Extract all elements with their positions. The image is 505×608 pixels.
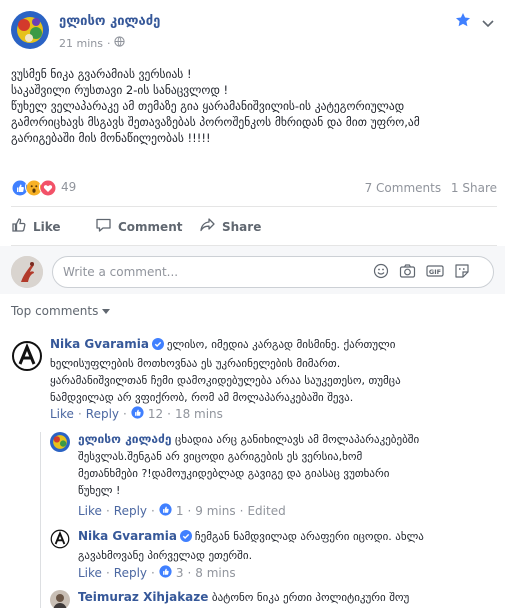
comment-timestamp[interactable]: 9 mins <box>195 504 235 518</box>
comment-reply-link[interactable]: Reply <box>86 407 119 421</box>
chevron-down-icon[interactable] <box>482 17 494 31</box>
share-arrow-icon <box>199 217 216 236</box>
thumbs-up-icon <box>11 217 27 236</box>
comment-actions: Like · Reply · 1 · 9 mins · Edited <box>78 503 286 519</box>
comment-like-link[interactable]: Like <box>50 407 74 421</box>
post-body: ვუსმენ ნიკა გვარამიას ვერსიას ! საკაშვილ… <box>11 66 497 146</box>
svg-text:GIF: GIF <box>429 268 441 276</box>
comments-shares-summary: 7 Comments 1 Share <box>365 181 497 195</box>
post-header: ელისო კილაძე 21 mins · <box>0 0 505 60</box>
comment: Teimuraz Xihjakaze ბატონო ნიკა ერთი პოლი… <box>78 589 498 606</box>
comments-count-link[interactable]: 7 Comments <box>365 181 442 195</box>
post-line: წუხელ ველაპარაკე ამ თემაზე გია ყარამანიშ… <box>11 99 405 113</box>
comment-text: ცხადია არც განიხილავს ამ მოლაპარაკებებში <box>175 433 420 446</box>
comment-timestamp[interactable]: 18 mins <box>175 407 223 421</box>
comment-text: წუხელ ! <box>78 484 121 497</box>
verified-badge-icon <box>179 530 192 547</box>
current-user-avatar[interactable] <box>11 256 43 288</box>
post-line: საკაშვილი რუსთავი 2-ის სანაცვლოდ ! <box>11 83 229 97</box>
love-reaction-icon <box>39 179 56 196</box>
share-label: Share <box>222 219 262 234</box>
author-avatar[interactable] <box>11 11 49 49</box>
post-line: გარიგებაში მის მონაწილეობას !!!!! <box>11 131 211 145</box>
comment-text: გავახმოვანე პირველად ეთერში. <box>78 549 253 562</box>
commenter-avatar[interactable] <box>11 340 43 372</box>
post-line: ვუსმენ ნიკა გვარამიას ვერსიას ! <box>11 67 192 81</box>
commenter-avatar[interactable] <box>50 590 70 608</box>
comment-text: შესვლას.შენგან არ ვიცოდი გარიგების ეს ვე… <box>78 450 363 463</box>
sticker-icon[interactable] <box>454 263 470 282</box>
comment-placeholder: Write a comment... <box>63 265 179 279</box>
comment-reaction-count[interactable]: 1 <box>176 504 184 518</box>
comment-text: ხელისუფლების მოთხოვნაა ეს უკრაინელების მ… <box>50 357 341 370</box>
comment-actions: Like · Reply · 12 · 18 mins <box>50 406 223 422</box>
share-button[interactable]: Share <box>199 217 261 236</box>
comment-input[interactable]: Write a comment... GIF <box>52 256 494 288</box>
caret-down-icon <box>102 304 111 318</box>
comment-label: Comment <box>118 219 183 234</box>
commenter-avatar[interactable] <box>50 432 70 452</box>
comment-edited-label[interactable]: Edited <box>247 504 285 518</box>
comment-text: ელისო, იმედია კარგად მისმინე. ქართული <box>166 338 396 351</box>
comment-text: მეთანხმები ?!დამოუკიდებლად გავიგე და გია… <box>78 467 390 480</box>
like-reaction-icon <box>159 503 172 519</box>
post-action-bar: Like Comment Share <box>11 206 497 246</box>
comment-reply-link[interactable]: Reply <box>114 566 147 580</box>
reaction-summary[interactable]: 49 <box>11 179 76 196</box>
like-reaction-icon <box>159 565 172 581</box>
emoji-icon[interactable] <box>373 263 389 282</box>
like-reaction-icon <box>131 406 144 422</box>
comment-timestamp[interactable]: 8 mins <box>195 566 235 580</box>
verified-badge-icon <box>151 338 164 355</box>
like-label: Like <box>33 219 61 234</box>
post-author-name[interactable]: ელისო კილაძე <box>59 14 160 29</box>
comment-author[interactable]: Teimuraz Xihjakaze <box>78 590 208 604</box>
comment-like-link[interactable]: Like <box>78 504 102 518</box>
comment-like-link[interactable]: Like <box>78 566 102 580</box>
comment-text: ყარამანიშვილთან ჩემი დამოკიდებულება არაა… <box>50 374 401 387</box>
shares-count-link[interactable]: 1 Share <box>451 181 497 195</box>
post-line: გამორიცხავს მსგავს შეთავაზებას პოროშენკო… <box>11 115 420 129</box>
post-stats: 49 7 Comments 1 Share <box>11 177 497 199</box>
reply-thread-line <box>40 432 41 608</box>
gif-icon[interactable]: GIF <box>426 263 444 282</box>
comment-reply-link[interactable]: Reply <box>114 504 147 518</box>
comment-reaction-count[interactable]: 12 <box>148 407 163 421</box>
speech-bubble-icon <box>95 217 112 236</box>
camera-icon[interactable] <box>399 263 416 282</box>
comment-text: ნამდვილად არ ვფიქრობ, რომ ამ მოლაპარაკებ… <box>50 391 354 404</box>
comment: Nika Gvaramia ელისო, იმედია კარგად მისმინ… <box>50 336 500 406</box>
comment-reaction-count[interactable]: 3 <box>176 566 184 580</box>
star-icon[interactable] <box>455 12 471 31</box>
dot-separator: · <box>106 36 111 50</box>
comment-author[interactable]: Nika Gvaramia <box>78 529 177 543</box>
comment-sort-dropdown[interactable]: Top comments <box>11 304 111 318</box>
comment-author[interactable]: Nika Gvaramia <box>50 337 149 351</box>
comment-actions: Like · Reply · 3 · 8 mins <box>78 565 236 581</box>
post-timestamp[interactable]: 21 mins <box>59 37 103 50</box>
comment-sort-label: Top comments <box>11 304 99 318</box>
comment: Nika Gvaramia ჩემგან ნამდვილად არაფერი იც… <box>78 528 498 564</box>
comment-composer: Write a comment... GIF <box>0 246 505 294</box>
comment-text: ბატონო ნიკა ერთი პოლიტიკური შოუ <box>211 591 410 604</box>
commenter-avatar[interactable] <box>50 529 70 549</box>
globe-icon <box>114 36 126 50</box>
comment-author[interactable]: ელისო კილაძე <box>78 432 172 446</box>
comment-button[interactable]: Comment <box>95 217 182 236</box>
comment: ელისო კილაძე ცხადია არც განიხილავს ამ მო… <box>78 431 498 499</box>
like-button[interactable]: Like <box>11 217 61 236</box>
reaction-count[interactable]: 49 <box>61 180 76 194</box>
comment-text: ჩემგან ნამდვილად არაფერი იცოდი. ახლა <box>194 530 424 543</box>
